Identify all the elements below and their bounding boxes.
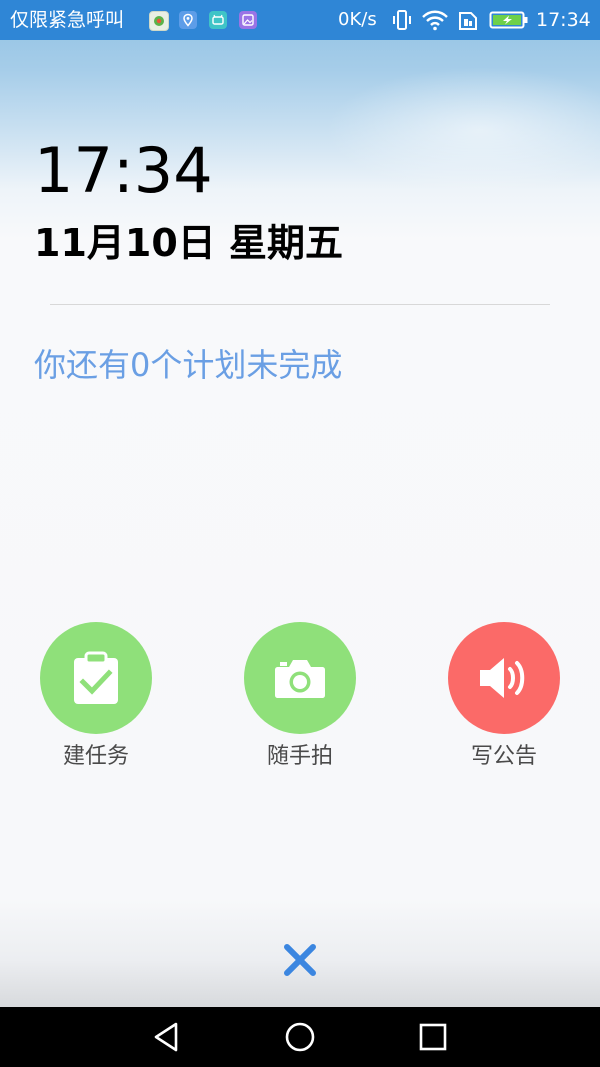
camera-icon xyxy=(275,660,325,698)
app-icon-1 xyxy=(149,11,169,31)
close-icon xyxy=(284,944,316,976)
lock-time: 17:34 xyxy=(34,134,213,207)
status-bar: 仅限紧急呼叫 0K/s 17:34 xyxy=(0,0,600,40)
close-button[interactable] xyxy=(270,930,330,990)
home-icon xyxy=(285,1022,315,1052)
battery-charging-icon xyxy=(489,8,529,36)
quick-photo-label: 随手拍 xyxy=(266,744,333,769)
clipboard-check-icon xyxy=(74,651,118,704)
sim-icon xyxy=(456,8,480,36)
new-task-button[interactable] xyxy=(40,622,152,734)
quick-photo-button[interactable] xyxy=(244,622,356,734)
vibrate-icon xyxy=(390,8,414,36)
announcement-action[interactable]: 写公告 xyxy=(448,622,560,772)
announcement-button[interactable] xyxy=(448,622,560,734)
new-task-label: 建任务 xyxy=(62,744,129,769)
quick-photo-action[interactable]: 随手拍 xyxy=(244,622,356,772)
wifi-icon xyxy=(421,8,449,36)
plan-message[interactable]: 你还有0个计划未完成 xyxy=(34,342,342,388)
announcement-label: 写公告 xyxy=(470,744,537,769)
lock-date: 11月10日 星期五 xyxy=(34,221,343,265)
app-icon-3 xyxy=(209,11,227,29)
location-icon xyxy=(179,11,197,29)
carrier-text: 仅限紧急呼叫 xyxy=(10,9,125,31)
recents-button[interactable] xyxy=(415,1019,451,1055)
navigation-bar xyxy=(0,1007,600,1067)
home-button[interactable] xyxy=(282,1019,318,1055)
speaker-icon xyxy=(480,658,525,698)
status-clock: 17:34 xyxy=(536,9,591,31)
lock-screen: 仅限紧急呼叫 0K/s 17:34 17:34 11月10日 星期五 你还有0个… xyxy=(0,0,600,1067)
new-task-action[interactable]: 建任务 xyxy=(40,622,152,772)
gallery-icon xyxy=(239,11,257,29)
net-speed: 0K/s xyxy=(338,9,377,30)
back-icon xyxy=(154,1022,178,1052)
recents-icon xyxy=(419,1023,447,1051)
divider xyxy=(50,304,550,305)
back-button[interactable] xyxy=(148,1019,184,1055)
